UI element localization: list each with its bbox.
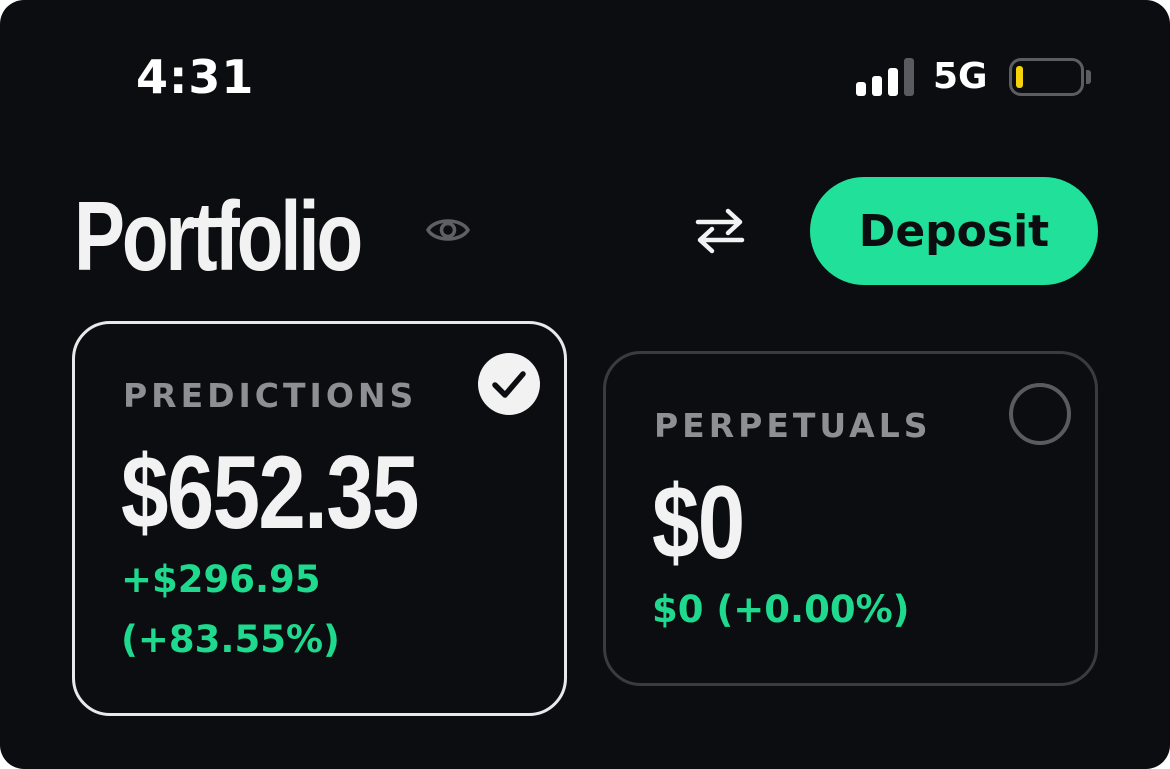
status-time: 4:31 bbox=[136, 50, 255, 104]
battery-icon bbox=[1009, 58, 1084, 96]
battery-tip bbox=[1086, 70, 1091, 84]
predictions-card[interactable]: PREDICTIONS $652.35 +$296.95 (+83.55%) bbox=[72, 321, 567, 716]
change-amount: +$296.95 bbox=[121, 558, 321, 601]
card-value: $652.35 bbox=[121, 435, 419, 551]
swap-arrows-icon[interactable] bbox=[692, 206, 748, 254]
card-change: +$296.95 (+83.55%) bbox=[121, 550, 340, 670]
signal-strength-icon bbox=[856, 58, 914, 96]
network-type: 5G bbox=[933, 56, 988, 97]
eye-icon[interactable] bbox=[425, 212, 471, 248]
deposit-button[interactable]: Deposit bbox=[810, 177, 1098, 285]
checkmark-icon bbox=[478, 353, 540, 415]
change-percent: (+83.55%) bbox=[121, 618, 340, 661]
card-value: $0 bbox=[652, 465, 745, 581]
page-title: Portfolio bbox=[74, 181, 363, 291]
perpetuals-card[interactable]: PERPETUALS $0 $0 (+0.00%) bbox=[603, 351, 1098, 686]
card-change: $0 (+0.00%) bbox=[652, 588, 910, 631]
portfolio-screen: 4:31 5G Portfolio Deposit PREDICTIONS $6… bbox=[0, 0, 1170, 769]
card-label: PREDICTIONS bbox=[123, 376, 418, 415]
radio-unselected-icon bbox=[1009, 383, 1071, 445]
card-label: PERPETUALS bbox=[654, 406, 932, 445]
